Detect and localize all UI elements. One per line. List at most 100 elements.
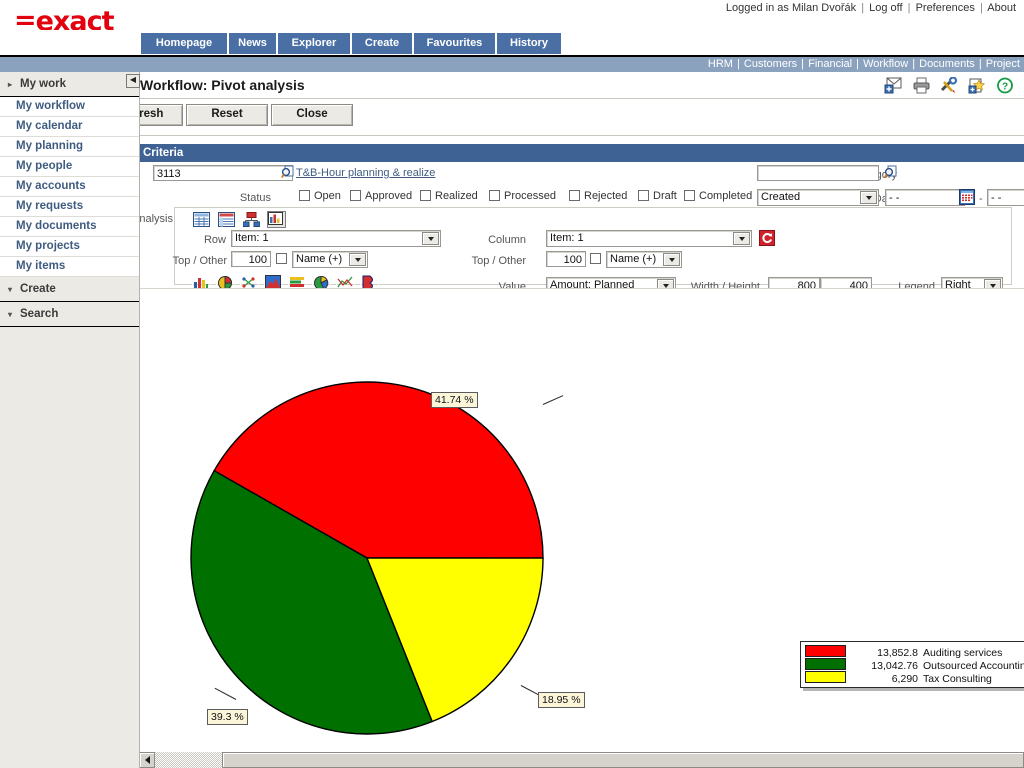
status-checkbox-completed[interactable]	[684, 190, 695, 201]
column-value: Item: 1	[550, 232, 584, 244]
tab-homepage[interactable]: Homepage	[141, 33, 227, 54]
pivot-view-icon[interactable]	[217, 211, 236, 228]
tab-history[interactable]: History	[497, 33, 561, 54]
status-checkbox-processed[interactable]	[489, 190, 500, 201]
chevron-down-icon[interactable]	[663, 253, 680, 266]
tree-view-icon[interactable]	[242, 211, 261, 228]
column-top-input[interactable]: 100	[546, 251, 586, 267]
row-top-input[interactable]: 100	[231, 251, 271, 267]
module-sep: |	[798, 58, 808, 70]
sep-3: |	[979, 2, 983, 14]
sidebar-group-create[interactable]: ▾ Create	[0, 277, 139, 302]
sidebar-group-label: My work	[20, 78, 67, 90]
date-type-select[interactable]: Created	[757, 189, 879, 206]
row-other-checkbox[interactable]	[276, 253, 287, 264]
sidebar-item-my-accounts[interactable]: My accounts	[0, 177, 139, 197]
legend-swatch	[805, 658, 846, 670]
status-checkbox-open[interactable]	[299, 190, 310, 201]
row-select[interactable]: Item: 1	[231, 230, 441, 247]
module-sep: |	[733, 58, 743, 70]
sidebar-group-search[interactable]: ▾ Search	[0, 302, 139, 327]
status-checkbox-realized[interactable]	[420, 190, 431, 201]
main-tab-strip: Homepage News Explorer Create Favourites Hist…	[0, 30, 1024, 55]
type-lookup-icon[interactable]	[281, 165, 295, 183]
chevron-down-icon[interactable]	[733, 232, 750, 245]
table-view-icon[interactable]	[192, 211, 211, 228]
legend-swatch	[805, 645, 846, 657]
type-input[interactable]: 3113	[153, 165, 293, 181]
sidebar-collapse-button[interactable]: ◀	[126, 74, 140, 88]
column-label: Column	[488, 234, 526, 246]
scroll-left-button[interactable]	[139, 752, 155, 768]
module-link-workflow[interactable]: Workflow	[863, 58, 908, 70]
module-sep: |	[909, 58, 919, 70]
sep-1: |	[861, 2, 865, 14]
horizontal-scrollbar[interactable]	[139, 751, 1024, 768]
horizontal-scroll-thumb[interactable]	[222, 752, 1024, 768]
row-sort-value: Name (+)	[296, 253, 343, 265]
add-favourite-icon[interactable]	[968, 77, 988, 95]
sidebar-group-my-work[interactable]: ▸ My work	[0, 72, 139, 97]
status-checkbox-draft[interactable]	[638, 190, 649, 201]
pie-chart	[190, 381, 544, 735]
chevron-down-icon[interactable]	[860, 191, 877, 204]
status-checkbox-approved[interactable]	[350, 190, 361, 201]
application-window: =exact Logged in as Milan Dvořák | Log o…	[0, 0, 1024, 768]
sidebar-item-my-calendar[interactable]: My calendar	[0, 117, 139, 137]
chevron-down-icon: ▾	[8, 285, 13, 294]
module-link-documents[interactable]: Documents	[919, 58, 975, 70]
module-sep: |	[975, 58, 985, 70]
module-link-hrm[interactable]: HRM	[708, 58, 733, 70]
sidebar-item-my-requests[interactable]: My requests	[0, 197, 139, 217]
column-sort-select[interactable]: Name (+)	[606, 251, 682, 268]
logged-in-label: Logged in as Milan Dvořák	[725, 2, 857, 14]
chart-canvas: 41.74 % 39.3 % 18.95 % 13,852.8 Auditing …	[139, 288, 1024, 768]
row-sort-select[interactable]: Name (+)	[292, 251, 368, 268]
reset-button[interactable]: Reset	[186, 104, 268, 126]
pie-label-2: 39.3 %	[207, 709, 248, 725]
sidebar-item-my-people[interactable]: My people	[0, 157, 139, 177]
pie-label-1: 41.74 %	[431, 392, 478, 408]
module-link-financial[interactable]: Financial	[808, 58, 852, 70]
category-input[interactable]	[757, 165, 879, 181]
tab-create[interactable]: Create	[352, 33, 412, 54]
category-lookup-icon[interactable]	[884, 165, 898, 183]
help-icon[interactable]: ?	[996, 77, 1016, 95]
date-type-value: Created	[761, 191, 801, 203]
chevron-down-icon[interactable]	[349, 253, 366, 266]
sidebar-item-my-workflow[interactable]: My workflow	[0, 97, 139, 117]
sidebar-item-my-planning[interactable]: My planning	[0, 137, 139, 157]
sidebar-item-my-projects[interactable]: My projects	[0, 237, 139, 257]
column-other-checkbox[interactable]	[590, 253, 601, 264]
type-link[interactable]: T&B-Hour planning & realize	[296, 167, 435, 179]
close-button[interactable]: Close	[271, 104, 353, 126]
status-checkbox-rejected[interactable]	[569, 190, 580, 201]
preferences-link[interactable]: Preferences	[916, 2, 975, 14]
chart-view-icon[interactable]	[267, 211, 286, 228]
refresh-icon[interactable]	[759, 230, 775, 249]
tab-news[interactable]: News	[229, 33, 276, 54]
date-to-input[interactable]: - -	[987, 189, 1024, 206]
chevron-down-icon[interactable]	[422, 232, 439, 245]
module-nav-bar: HRM | Customers | Financial | Workflow |…	[0, 57, 1024, 72]
criteria-body: Type 3113 T&B-Hour planning & realize St…	[139, 162, 1024, 206]
column-select[interactable]: Item: 1	[546, 230, 752, 247]
date-from-input[interactable]: - -	[885, 189, 965, 206]
tools-icon[interactable]	[940, 76, 960, 95]
new-mail-icon[interactable]	[884, 77, 904, 95]
tab-favourites[interactable]: Favourites	[414, 33, 495, 54]
module-link-project[interactable]: Project	[986, 58, 1020, 70]
scroll-track[interactable]	[155, 752, 1024, 768]
calendar-icon[interactable]	[959, 189, 975, 208]
module-link-customers[interactable]: Customers	[744, 58, 797, 70]
tab-explorer[interactable]: Explorer	[278, 33, 350, 54]
page-toolbar-icons: ?	[879, 76, 1016, 97]
sidebar-item-my-items[interactable]: My items	[0, 257, 139, 277]
print-icon[interactable]	[912, 77, 932, 95]
sidebar-item-my-documents[interactable]: My documents	[0, 217, 139, 237]
refresh-button[interactable]: Refresh	[139, 104, 183, 126]
date-range-separator: -	[979, 193, 983, 205]
sep-2: |	[907, 2, 911, 14]
about-link[interactable]: About	[987, 2, 1016, 14]
log-off-link[interactable]: Log off	[869, 2, 902, 14]
